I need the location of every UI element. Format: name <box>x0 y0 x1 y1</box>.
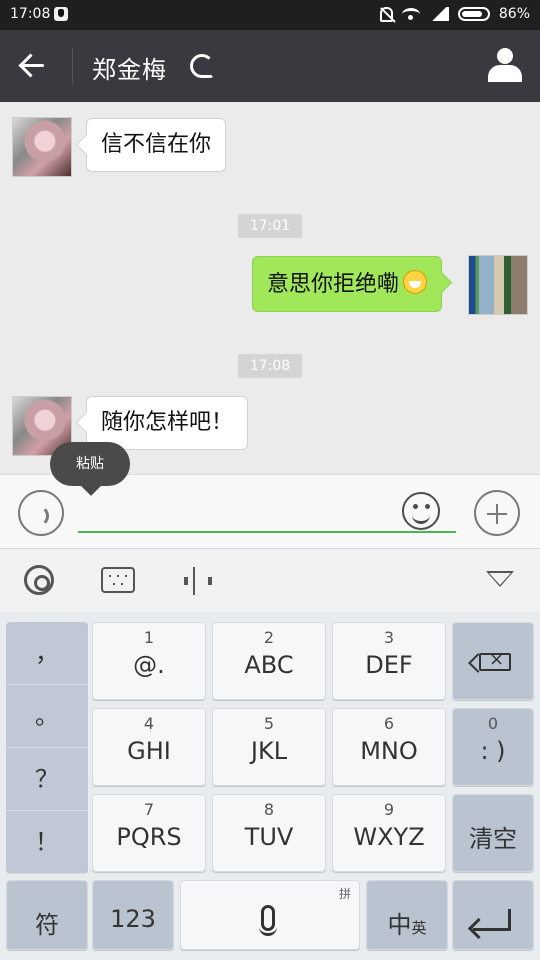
qq-icon <box>54 7 68 21</box>
key-6[interactable]: 6 MNO <box>332 708 446 786</box>
signal-icon <box>428 7 449 21</box>
user-avatar[interactable] <box>468 255 528 315</box>
contact-name: 郑金梅 <box>92 56 167 84</box>
backspace-icon <box>479 649 511 671</box>
key-0[interactable]: 0: ) <box>452 708 534 786</box>
mic-icon <box>259 905 277 936</box>
backspace-key[interactable] <box>452 622 534 700</box>
voice-icon[interactable] <box>18 490 64 536</box>
punctuation-key[interactable]: ！ <box>6 811 88 874</box>
paste-tooltip[interactable]: 粘贴 <box>50 442 130 486</box>
back-arrow-icon[interactable] <box>18 52 50 80</box>
space-key[interactable]: 拼 <box>180 880 360 950</box>
emoji-icon <box>403 270 428 294</box>
symbol-key[interactable]: 符 <box>6 880 88 950</box>
punctuation-key[interactable]: 。 <box>6 685 88 748</box>
status-bar: 17:08 86% <box>0 0 540 30</box>
punctuation-key[interactable]: ， <box>6 622 88 685</box>
status-icons: 86% <box>379 6 530 22</box>
cursor-icon[interactable] <box>184 567 212 595</box>
chat-header: 郑金梅 <box>0 30 540 102</box>
message-bubble[interactable]: 信不信在你 <box>86 118 227 173</box>
language-switch-key[interactable]: 中英 <box>366 880 448 950</box>
chat-area[interactable]: 信不信在你 17:01 意思你拒绝嘞 17:08 随你怎样吧！ <box>0 102 540 474</box>
timestamp: 17:01 <box>238 214 302 238</box>
key-8[interactable]: 8 TUV <box>212 794 326 872</box>
key-9[interactable]: 9 WXYZ <box>332 794 446 872</box>
collapse-icon[interactable] <box>486 571 514 587</box>
keyboard-icon[interactable] <box>101 567 135 593</box>
plus-icon[interactable] <box>474 490 520 536</box>
status-time: 17:08 <box>10 6 51 22</box>
battery-icon <box>457 7 490 21</box>
profile-icon[interactable] <box>488 48 522 82</box>
punctuation-panel: ， 。 ？ ！ <box>6 622 88 874</box>
ear-icon[interactable] <box>190 54 214 78</box>
message-text: 信不信在你 <box>101 132 212 157</box>
silent-icon <box>379 6 393 22</box>
settings-icon[interactable] <box>24 565 54 595</box>
contact-avatar[interactable] <box>12 117 72 177</box>
battery-text: 86% <box>498 6 530 22</box>
keyboard-toolbar <box>0 548 540 612</box>
key-1[interactable]: 1 @. <box>92 622 206 700</box>
key-5[interactable]: 5 JKL <box>212 708 326 786</box>
emoji-icon[interactable] <box>402 492 440 530</box>
message-input-field[interactable] <box>78 531 456 533</box>
key-3[interactable]: 3 DEF <box>332 622 446 700</box>
numbers-key[interactable]: 123 <box>92 880 174 950</box>
wifi-icon <box>401 7 420 21</box>
key-4[interactable]: 4 GHI <box>92 708 206 786</box>
clear-key[interactable]: 清空 <box>452 794 534 872</box>
message-bubble[interactable]: 意思你拒绝嘞 <box>252 256 443 313</box>
key-7[interactable]: 7 PQRS <box>92 794 206 872</box>
enter-key[interactable] <box>452 880 534 950</box>
message-text: 随你怎样吧！ <box>101 410 234 435</box>
punctuation-key[interactable]: ？ <box>6 748 88 811</box>
keyboard: ， 。 ？ ！ 1@. 2ABC 3DEF 4GHI 5JKL 6MNO 0: … <box>0 612 540 960</box>
timestamp: 17:08 <box>238 354 302 378</box>
message-text: 意思你拒绝嘞 <box>267 272 400 297</box>
enter-icon <box>473 909 511 931</box>
key-2[interactable]: 2 ABC <box>212 622 326 700</box>
header-divider <box>72 48 73 84</box>
